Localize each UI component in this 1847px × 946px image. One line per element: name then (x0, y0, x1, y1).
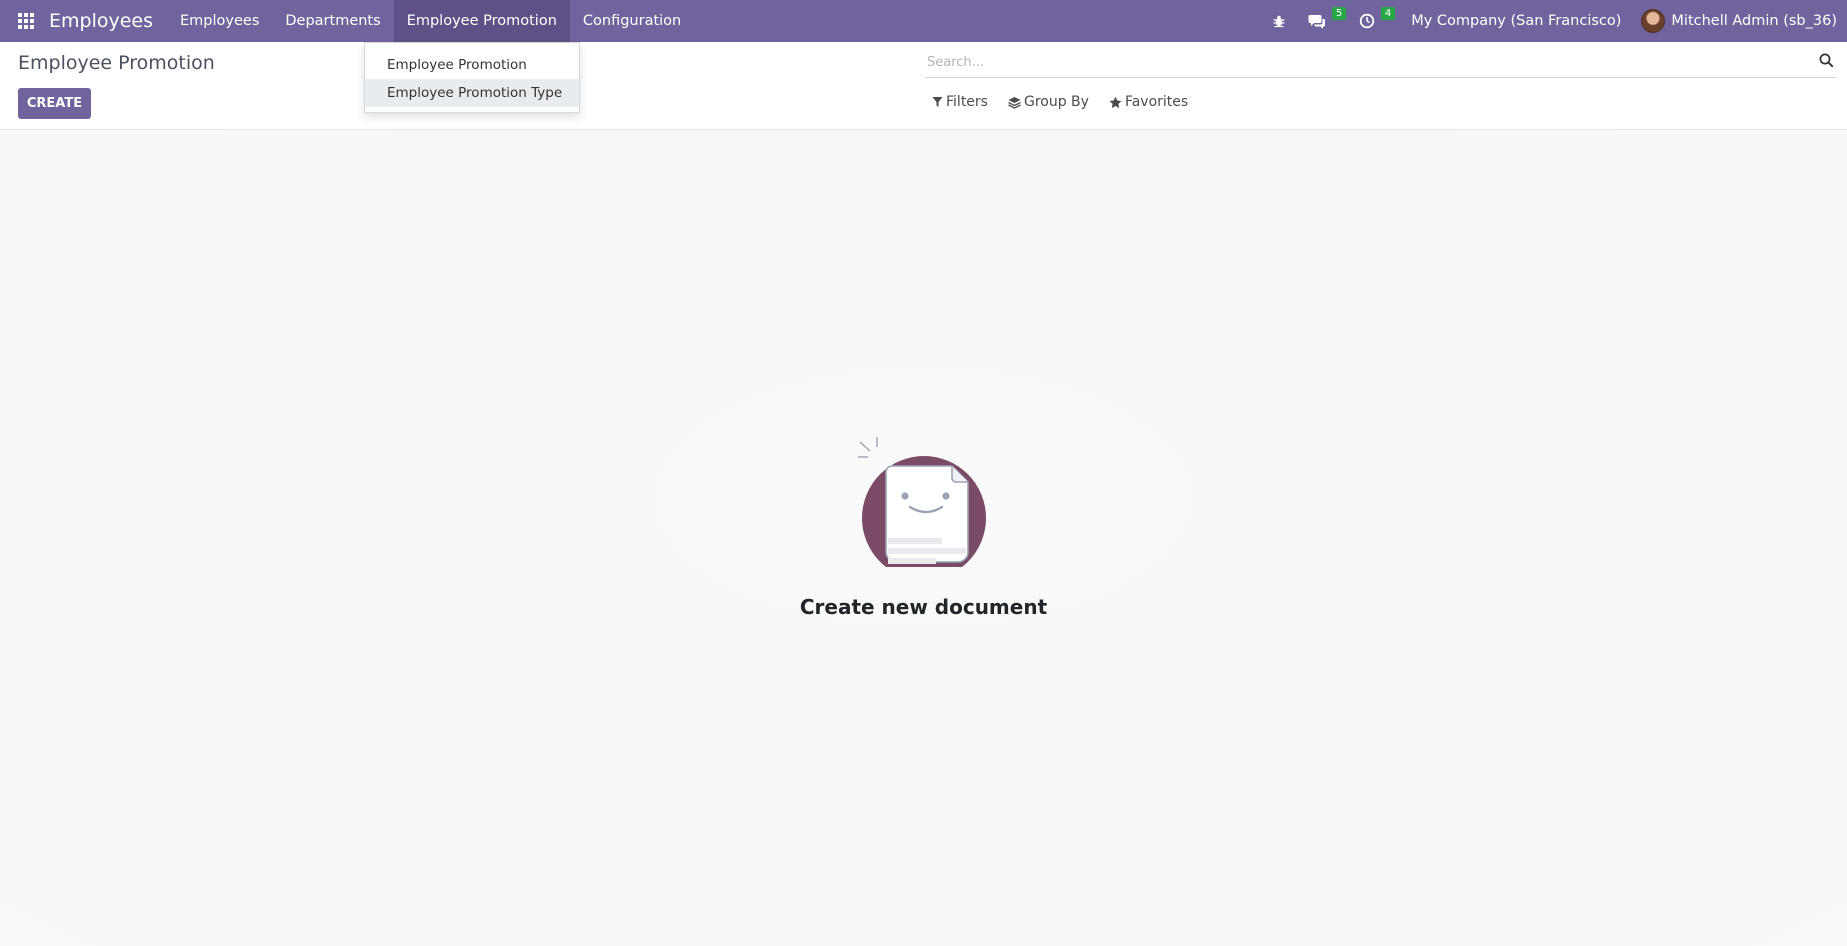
menu-departments[interactable]: Departments (272, 0, 393, 42)
top-navbar: Employees Employees Departments Employee… (0, 0, 1847, 42)
app-brand[interactable]: Employees (49, 10, 153, 32)
user-name: Mitchell Admin (sb_36) (1671, 13, 1837, 29)
empty-state-title: Create new document (799, 595, 1048, 619)
activities-badge: 4 (1380, 7, 1396, 20)
menu-employees[interactable]: Employees (167, 0, 272, 42)
dropdown-item-employee-promotion-type[interactable]: Employee Promotion Type (365, 79, 579, 107)
menu-configuration[interactable]: Configuration (570, 0, 694, 42)
star-icon (1109, 96, 1122, 108)
search-options: Filters Group By Favorites (932, 94, 1208, 110)
messages-badge: 5 (1331, 7, 1347, 20)
menu-employee-promotion[interactable]: Employee Promotion (393, 0, 570, 42)
empty-document-illustration (858, 437, 986, 567)
create-button[interactable]: CREATE (18, 88, 91, 119)
control-panel: Employee Promotion CREATE Filters Group … (0, 42, 1847, 130)
search-input[interactable] (925, 54, 1805, 71)
favorites-label: Favorites (1124, 94, 1189, 110)
breadcrumb: Employee Promotion (18, 52, 215, 74)
systray: 5 4 My Company (San Francisco) Mitchell … (1261, 0, 1847, 42)
filter-icon (932, 97, 943, 107)
dropdown-item-employee-promotion[interactable]: Employee Promotion (365, 51, 579, 79)
groupby-button[interactable]: Group By (1008, 94, 1089, 110)
employee-promotion-dropdown: Employee Promotion Employee Promotion Ty… (364, 42, 580, 113)
company-switcher[interactable]: My Company (San Francisco) (1397, 13, 1641, 29)
main-content: Create new document (0, 131, 1847, 946)
avatar (1641, 9, 1666, 33)
debug-bug-icon[interactable] (1261, 0, 1297, 42)
layers-icon (1008, 96, 1021, 109)
search-bar (925, 48, 1836, 78)
messages-icon[interactable]: 5 (1297, 0, 1348, 42)
favorites-button[interactable]: Favorites (1109, 94, 1188, 110)
search-icon[interactable] (1819, 53, 1834, 72)
activities-clock-icon[interactable]: 4 (1348, 0, 1397, 42)
groupby-label: Group By (1023, 94, 1089, 110)
filters-label: Filters (946, 94, 988, 110)
apps-menu-icon[interactable] (0, 0, 52, 42)
user-menu[interactable]: Mitchell Admin (sb_36) (1641, 9, 1847, 33)
main-menu: Employees Departments Employee Promotion… (167, 0, 694, 42)
filters-button[interactable]: Filters (932, 94, 988, 110)
